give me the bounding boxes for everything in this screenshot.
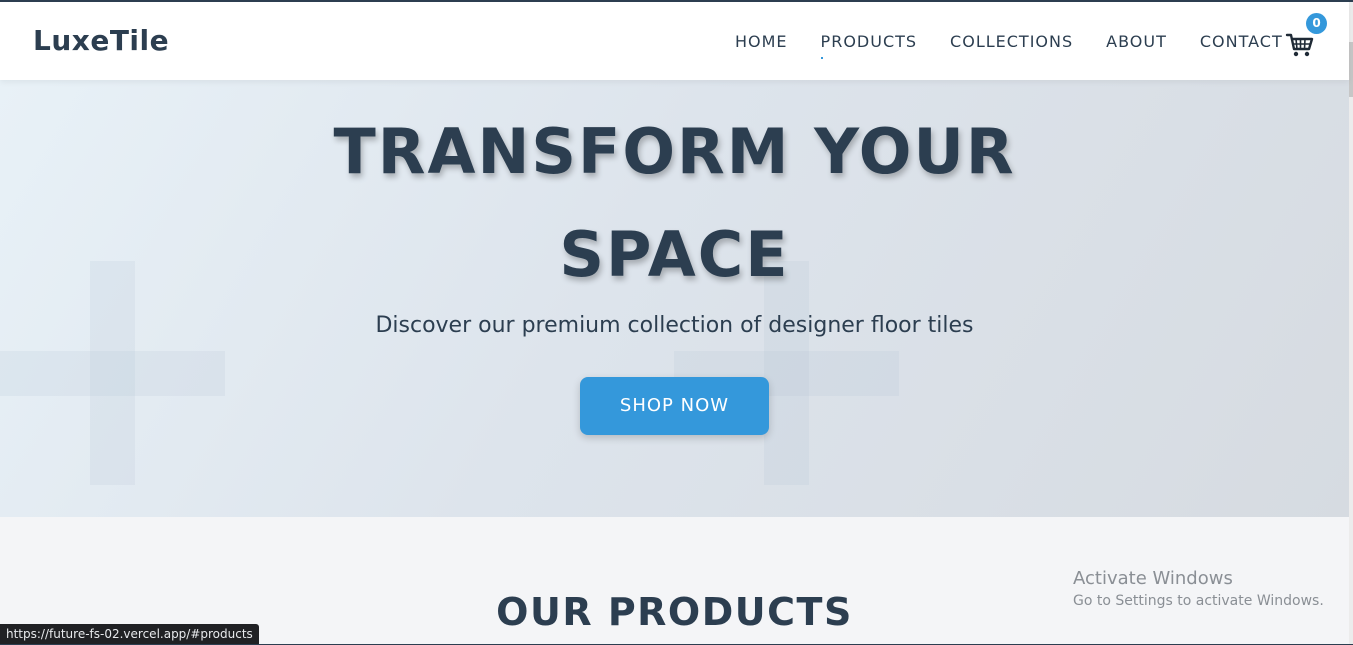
- cart-icon[interactable]: [1285, 30, 1315, 60]
- activate-subtitle: Go to Settings to activate Windows.: [1073, 593, 1324, 609]
- hero-subtitle: Discover our premium collection of desig…: [375, 313, 974, 338]
- cart-icon-svg: [1285, 33, 1314, 57]
- activate-title: Activate Windows: [1073, 568, 1233, 589]
- nav-products[interactable]: PRODUCTS: [820, 32, 918, 59]
- hero-section: TRANSFORM YOUR SPACE Discover our premiu…: [0, 80, 1349, 517]
- shop-now-button[interactable]: SHOP NOW: [580, 377, 769, 435]
- hero-title: TRANSFORM YOUR SPACE: [0, 100, 1349, 306]
- page-scrollbar[interactable]: [1349, 2, 1353, 645]
- page: LuxeTile HOME PRODUCTS COLLECTIONS ABOUT…: [0, 0, 1353, 645]
- nav-about[interactable]: ABOUT: [1106, 32, 1167, 51]
- hero-title-line2: SPACE: [559, 218, 790, 291]
- site-header: LuxeTile HOME PRODUCTS COLLECTIONS ABOUT…: [0, 2, 1349, 80]
- nav-collections[interactable]: COLLECTIONS: [950, 32, 1073, 51]
- nav-contact[interactable]: CONTACT: [1200, 32, 1283, 51]
- nav-home[interactable]: HOME: [735, 32, 788, 51]
- windows-activation-watermark: Activate Windows Go to Settings to activ…: [1073, 567, 1324, 611]
- scrollbar-thumb[interactable]: [1349, 42, 1353, 97]
- decor-cross-left-horizontal: [0, 351, 225, 396]
- hero-title-line1: TRANSFORM YOUR: [333, 115, 1016, 188]
- cart-count-badge: 0: [1306, 13, 1327, 34]
- site-logo[interactable]: LuxeTile: [33, 24, 169, 57]
- status-bar-url: https://future-fs-02.vercel.app/#product…: [0, 624, 259, 645]
- main-nav: HOME PRODUCTS COLLECTIONS ABOUT CONTACT: [735, 32, 1316, 59]
